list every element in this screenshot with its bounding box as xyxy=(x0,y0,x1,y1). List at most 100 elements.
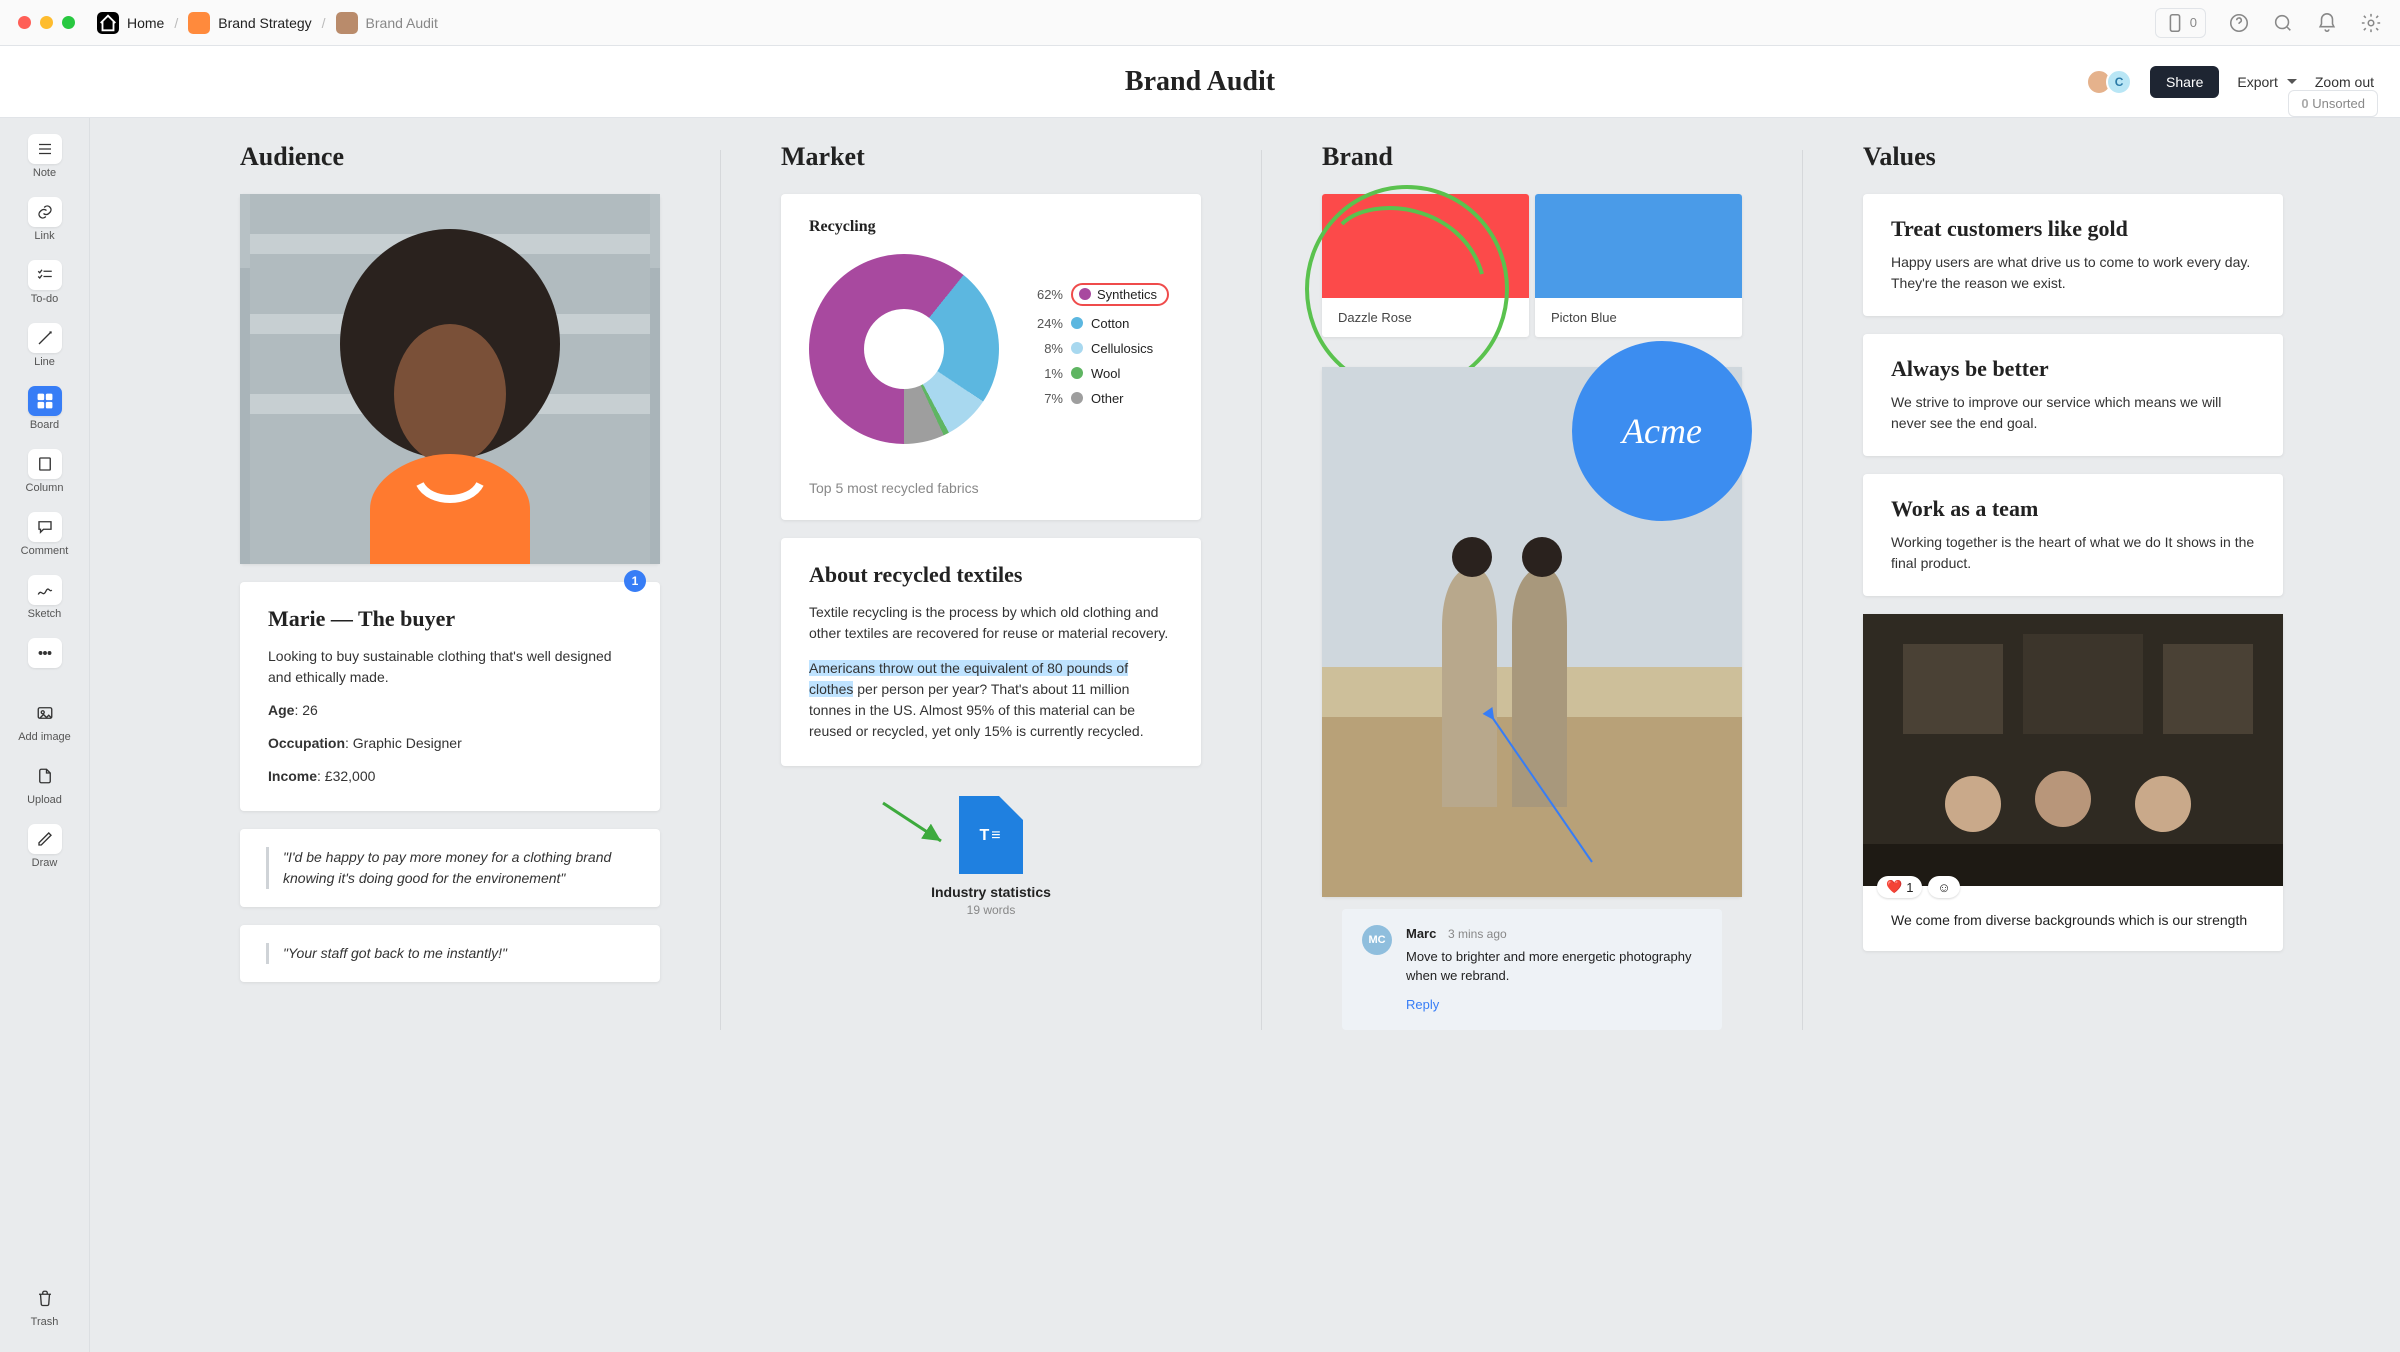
tool-link[interactable]: Link xyxy=(9,191,81,248)
tool-add-image[interactable]: Add image xyxy=(9,692,81,749)
breadcrumb-current[interactable]: Brand Audit xyxy=(336,12,438,34)
card-text: per person per year? That's about 11 mil… xyxy=(809,681,1144,739)
textiles-card[interactable]: About recycled textiles Textile recyclin… xyxy=(781,538,1201,766)
breadcrumb-home-label: Home xyxy=(127,15,164,31)
maximize-window-icon[interactable] xyxy=(62,16,75,29)
share-button[interactable]: Share xyxy=(2150,66,2219,98)
kv-value: £32,000 xyxy=(325,768,376,784)
breadcrumb-separator: / xyxy=(174,15,178,31)
tool-label: To-do xyxy=(31,293,59,305)
presence-avatars[interactable]: C xyxy=(2092,69,2132,95)
value-body: Working together is the heart of what we… xyxy=(1891,532,2255,574)
minimize-window-icon[interactable] xyxy=(40,16,53,29)
comment-author: Marc xyxy=(1406,926,1436,941)
breadcrumb: Home / Brand Strategy / Brand Audit xyxy=(97,12,438,34)
reactions: ❤️ 1 ☺ xyxy=(1877,876,1960,898)
tool-line[interactable]: Line xyxy=(9,317,81,374)
document-block[interactable]: T≡ Industry statistics 19 words xyxy=(781,796,1201,917)
quote-card[interactable]: "Your staff got back to me instantly!" xyxy=(240,925,660,982)
avatar: C xyxy=(2106,69,2132,95)
legend-label: Synthetics xyxy=(1097,287,1157,302)
unsorted-pill[interactable]: 0 Unsorted xyxy=(2288,90,2378,117)
kv-value: 26 xyxy=(302,702,318,718)
color-swatches: Dazzle Rose Picton Blue xyxy=(1322,194,1742,337)
brand-photo-card[interactable]: Acme xyxy=(1322,367,1742,897)
tool-label: Add image xyxy=(18,731,71,743)
swatch-label: Picton Blue xyxy=(1535,298,1742,337)
chevron-down-icon xyxy=(2287,79,2297,84)
line-icon xyxy=(36,329,54,347)
legend-label: Wool xyxy=(1091,366,1120,381)
tool-note[interactable]: Note xyxy=(9,128,81,185)
column-divider xyxy=(720,150,721,1030)
document-subtitle: 19 words xyxy=(781,903,1201,917)
tool-draw[interactable]: Draw xyxy=(9,818,81,875)
value-card[interactable]: Work as a team Working together is the h… xyxy=(1863,474,2283,596)
value-title: Always be better xyxy=(1891,356,2255,382)
card-paragraph: Textile recycling is the process by whic… xyxy=(809,602,1173,644)
value-title: Treat customers like gold xyxy=(1891,216,2255,242)
kv-value: Graphic Designer xyxy=(353,735,462,751)
value-body: Happy users are what drive us to come to… xyxy=(1891,252,2255,294)
values-photo-card[interactable]: ❤️ 1 ☺ We come from diverse backgrounds … xyxy=(1863,614,2283,951)
device-count: 0 xyxy=(2190,15,2197,30)
tool-board[interactable]: Board xyxy=(9,380,81,437)
unsorted-label: Unsorted xyxy=(2312,96,2365,111)
card-paragraph: Americans throw out the equivalent of 80… xyxy=(809,658,1173,742)
tool-upload[interactable]: Upload xyxy=(9,755,81,812)
folder-icon xyxy=(188,12,210,34)
more-icon xyxy=(36,644,54,662)
tool-sketch[interactable]: Sketch xyxy=(9,569,81,626)
reaction-count: 1 xyxy=(1906,880,1913,895)
tool-label: Comment xyxy=(21,545,69,557)
title-bar: Brand Audit C Share Export Zoom out xyxy=(0,46,2400,118)
image-icon xyxy=(36,704,54,722)
breadcrumb-home[interactable]: Home xyxy=(97,12,164,34)
value-title: Work as a team xyxy=(1891,496,2255,522)
tool-column[interactable]: Column xyxy=(9,443,81,500)
column-divider xyxy=(1802,150,1803,1030)
comment-count-badge[interactable]: 1 xyxy=(624,570,646,592)
device-indicator[interactable]: 0 xyxy=(2155,8,2206,38)
bell-icon[interactable] xyxy=(2316,12,2338,34)
legend-dot xyxy=(1079,288,1091,300)
document-title: Industry statistics xyxy=(781,884,1201,900)
value-card[interactable]: Treat customers like gold Happy users ar… xyxy=(1863,194,2283,316)
persona-desc: Looking to buy sustainable clothing that… xyxy=(268,646,632,688)
swatch-card[interactable]: Picton Blue xyxy=(1535,194,1742,337)
persona-image-card[interactable] xyxy=(240,194,660,564)
tool-trash[interactable]: Trash xyxy=(9,1277,81,1334)
column-heading: Audience xyxy=(240,142,660,172)
zoom-out-button[interactable]: Zoom out xyxy=(2315,74,2374,90)
device-icon xyxy=(2164,12,2186,34)
reply-button[interactable]: Reply xyxy=(1406,996,1702,1015)
kv-key: Age xyxy=(268,702,294,718)
tool-comment[interactable]: Comment xyxy=(9,506,81,563)
value-card[interactable]: Always be better We strive to improve ou… xyxy=(1863,334,2283,456)
trash-icon xyxy=(36,1289,54,1307)
column-icon xyxy=(36,455,54,473)
close-window-icon[interactable] xyxy=(18,16,31,29)
search-icon[interactable] xyxy=(2272,12,2294,34)
tool-label: Board xyxy=(30,419,59,431)
comment-timestamp: 3 mins ago xyxy=(1448,927,1507,941)
export-button[interactable]: Export xyxy=(2237,74,2296,90)
gear-icon[interactable] xyxy=(2360,12,2382,34)
column-brand: Brand Dazzle Rose Picton Blue xyxy=(1322,142,1742,1030)
board-icon xyxy=(36,392,54,410)
quote-card[interactable]: "I'd be happy to pay more money for a cl… xyxy=(240,829,660,907)
persona-card[interactable]: 1 Marie — The buyer Looking to buy susta… xyxy=(240,582,660,811)
column-divider xyxy=(1261,150,1262,1030)
traffic-lights xyxy=(18,16,75,29)
tool-todo[interactable]: To-do xyxy=(9,254,81,311)
board-canvas[interactable]: Audience 1 xyxy=(90,118,2400,1352)
tool-more[interactable] xyxy=(9,632,81,674)
breadcrumb-parent[interactable]: Brand Strategy xyxy=(188,12,311,34)
help-icon[interactable] xyxy=(2228,12,2250,34)
tool-label: Sketch xyxy=(28,608,62,620)
reaction-heart[interactable]: ❤️ 1 xyxy=(1877,876,1922,898)
legend-label: Cellulosics xyxy=(1091,341,1153,356)
recycling-chart-card[interactable]: Recycling 62% Synthetics 24%Cotton 8%Cel… xyxy=(781,194,1201,520)
add-reaction-button[interactable]: ☺ xyxy=(1928,876,1959,898)
comment-thread[interactable]: MC Marc 3 mins ago Move to brighter and … xyxy=(1342,909,1722,1030)
